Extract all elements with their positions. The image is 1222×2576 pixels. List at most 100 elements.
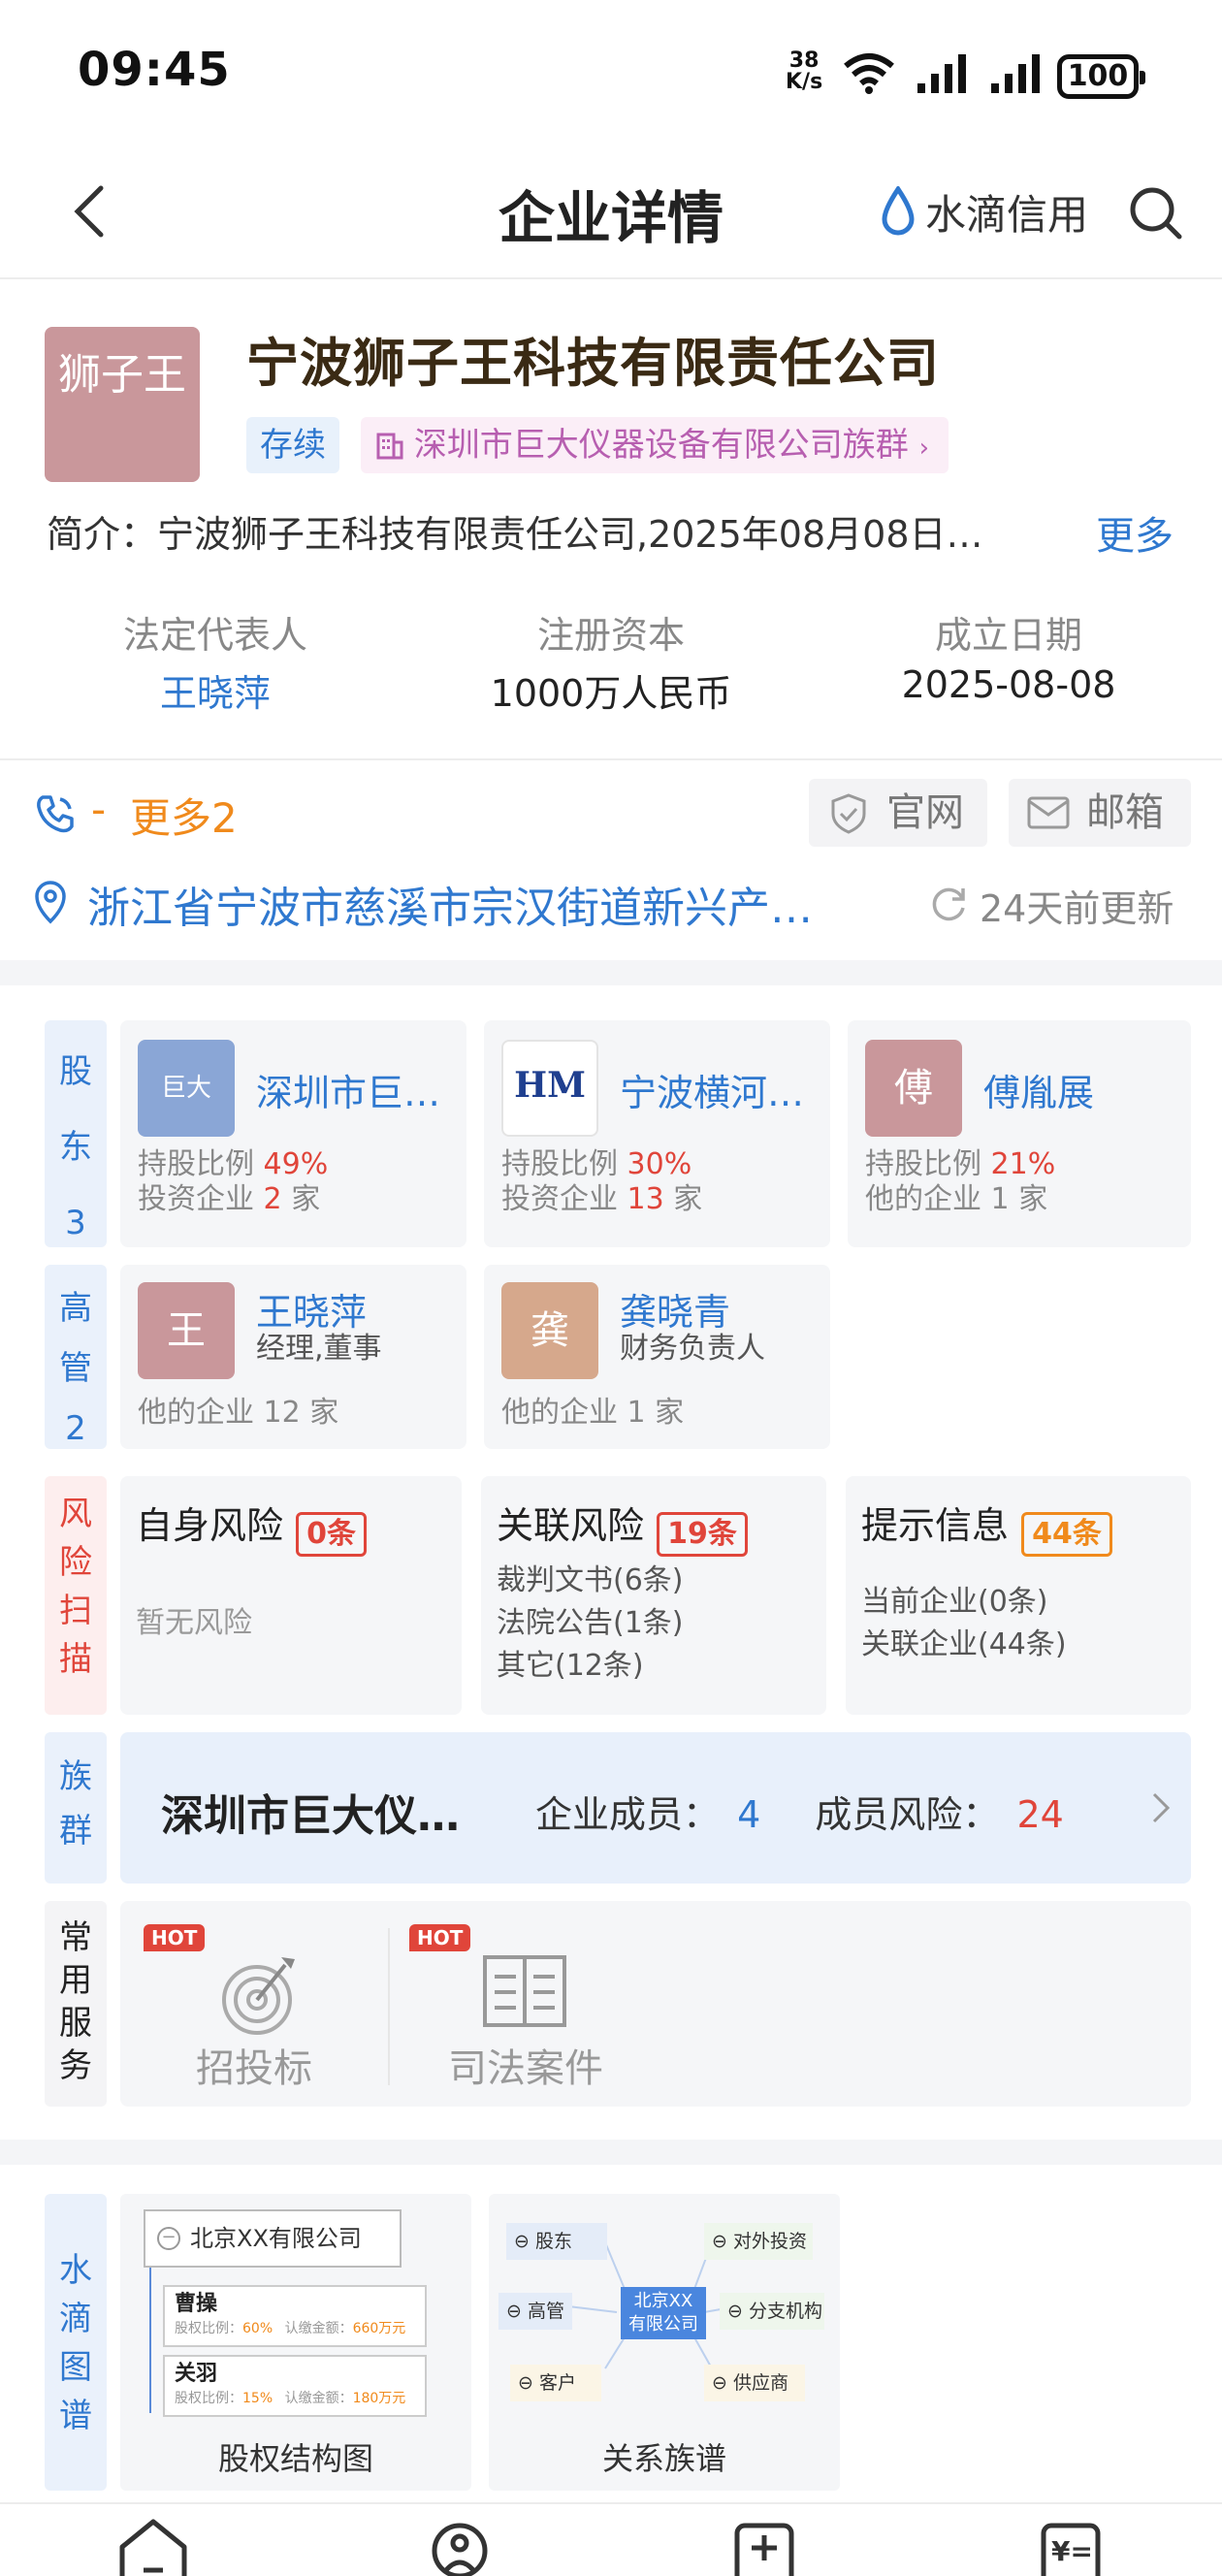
- update-time: 24天前更新: [980, 887, 1174, 930]
- capital-label: 注册资本: [536, 614, 685, 657]
- email-button[interactable]: 邮箱: [1009, 779, 1191, 847]
- search-icon[interactable]: [1127, 184, 1185, 242]
- hot-badge: HOT: [409, 1924, 471, 1951]
- relation-node-label: 客户: [538, 2372, 576, 2394]
- ratio-label: 持股比例: [138, 1147, 254, 1181]
- shareholders-label: 股东3: [59, 1052, 92, 1242]
- discover-tab-icon[interactable]: [431, 2522, 489, 2576]
- shareholder-card[interactable]: 巨大 深圳市巨… 持股比例 49% 投资企业 2 家: [120, 1020, 466, 1247]
- book-icon: [483, 1955, 566, 2027]
- ratio-label: 持股比例: [501, 1147, 618, 1181]
- shareholder-name: 宁波横河…: [620, 1072, 805, 1114]
- equity-amount-label: 认缴金额：: [284, 2391, 353, 2406]
- group-tag[interactable]: 深圳市巨大仪器设备有限公司族群 ›: [361, 417, 949, 473]
- equity-ratio-value: 15%: [242, 2391, 273, 2406]
- equity-root-label: 北京XX有限公司: [190, 2225, 362, 2252]
- equity-root-node: − 北京XX有限公司: [144, 2209, 402, 2268]
- service-item-bidding[interactable]: HOT 招投标: [120, 1901, 388, 2107]
- equity-amount-label: 认缴金额：: [284, 2321, 353, 2336]
- related-risk-title: 关联风险: [497, 1504, 645, 1547]
- group-label: 族群: [59, 1757, 92, 1851]
- related-risk-line: 法院公告(1条): [497, 1606, 684, 1640]
- status-bar: 09:45 38 K/s 100: [0, 0, 1222, 145]
- equity-chart-label: 股权结构图: [217, 2440, 373, 2477]
- shareholder-card[interactable]: 傅 傅胤展 持股比例 21% 他的企业 1 家: [848, 1020, 1191, 1247]
- shareholder-sub: 他的企业 1 家: [865, 1181, 1047, 1218]
- refresh-icon[interactable]: [927, 883, 970, 925]
- ratio-value: 30%: [627, 1147, 692, 1181]
- website-button[interactable]: 官网: [809, 779, 987, 847]
- signal-1-icon: [917, 54, 966, 93]
- equity-node-detail: 股权比例：60% 认缴金额：660万元: [175, 2318, 415, 2339]
- executive-card[interactable]: 王 王晓萍 经理,董事 他的企业 12 家: [120, 1265, 466, 1449]
- equity-node: 关羽 股权比例：15% 认缴金额：180万元: [163, 2355, 427, 2417]
- equity-ratio-label: 股权比例：: [175, 2391, 242, 2406]
- avatar: 傅: [865, 1040, 962, 1137]
- address-link[interactable]: 浙江省宁波市慈溪市宗汉街道新兴产…: [87, 873, 813, 935]
- executive-name: 龚晓青: [620, 1291, 731, 1334]
- sub-count: 13: [627, 1182, 664, 1216]
- relation-node-label: 供应商: [732, 2372, 788, 2394]
- billing-tab-icon[interactable]: ¥=: [1040, 2522, 1102, 2576]
- phone-more-link[interactable]: 更多2: [130, 786, 238, 845]
- relation-center-line: 北京XX: [633, 2291, 693, 2311]
- hint-info-card[interactable]: 提示信息 44条 当前企业(0条) 关联企业(44条): [846, 1476, 1191, 1715]
- equity-amount-value: 180万元: [352, 2391, 406, 2406]
- equity-node-detail: 股权比例：15% 认缴金额：180万元: [175, 2388, 415, 2409]
- relation-chart-card[interactable]: 北京XX 有限公司 ⊖ 股东 ⊖ 对外投资 ⊖ 高管 ⊖ 分支机构 ⊖ 客户 ⊖…: [489, 2194, 840, 2491]
- shareholder-ratio: 持股比例 30%: [501, 1146, 691, 1183]
- equity-node-name: 曹操: [175, 2292, 218, 2316]
- self-risk-card[interactable]: 自身风险 0条 暂无风险: [120, 1476, 462, 1715]
- shield-check-icon: [831, 793, 866, 834]
- executive-role: 财务负责人: [620, 1332, 765, 1366]
- section-band: [0, 2140, 1222, 2165]
- equity-ratio-value: 60%: [242, 2321, 273, 2336]
- equity-ratio-label: 股权比例：: [175, 2321, 242, 2336]
- shareholder-sub: 投资企业 2 家: [138, 1181, 320, 1218]
- avatar-text: HM: [514, 1065, 586, 1106]
- signal-2-icon: [991, 54, 1040, 93]
- home-tab-icon[interactable]: [116, 2518, 190, 2576]
- svg-text:¥=: ¥=: [1051, 2535, 1093, 2567]
- network-speed: 38 K/s: [786, 50, 822, 93]
- brand-label: 水滴信用: [925, 191, 1089, 239]
- founded-value: 2025-08-08: [901, 663, 1116, 706]
- location-pin-icon[interactable]: [31, 879, 70, 925]
- phone-icon[interactable]: [33, 791, 78, 836]
- service-item-judicial[interactable]: HOT 司法案件: [390, 1901, 661, 2107]
- company-logo: 狮子王: [45, 327, 200, 482]
- legal-rep-value[interactable]: 王晓萍: [70, 663, 361, 717]
- equity-node: 曹操 股权比例：60% 认缴金额：660万元: [163, 2285, 427, 2347]
- relation-node: ⊖ 对外投资: [704, 2223, 813, 2260]
- company-name: 宁波狮子王科技有限责任公司: [246, 333, 940, 394]
- equity-chart-card[interactable]: − 北京XX有限公司 曹操 股权比例：60% 认缴金额：660万元 关羽 股权比…: [120, 2194, 471, 2491]
- status-tag: 存续: [246, 417, 339, 473]
- self-risk-title: 自身风险: [136, 1504, 284, 1547]
- shareholder-card[interactable]: HM 宁波横河… 持股比例 30% 投资企业 13 家: [484, 1020, 830, 1247]
- equity-node-name: 关羽: [175, 2362, 218, 2386]
- related-risk-card[interactable]: 关联风险 19条 裁判文书(6条) 法院公告(1条) 其它(12条): [481, 1476, 826, 1715]
- relation-node: ⊖ 股东: [506, 2223, 607, 2260]
- shareholder-name: 深圳市巨…: [256, 1072, 441, 1114]
- group-side-label[interactable]: 族群: [45, 1732, 107, 1884]
- chevron-right-icon: [1152, 1792, 1171, 1823]
- executives-side-label[interactable]: 高管2: [45, 1265, 107, 1449]
- intro-more-link[interactable]: 更多: [1096, 504, 1174, 561]
- graph-side-label[interactable]: 水滴图谱: [45, 2194, 107, 2491]
- sub-suffix: 家: [1018, 1182, 1048, 1216]
- phone-value: -: [91, 786, 107, 833]
- relation-center-node: 北京XX 有限公司: [621, 2287, 706, 2339]
- building-icon: [376, 433, 403, 460]
- company-intro: 简介：宁波狮子王科技有限责任公司,2025年08月08日…: [47, 513, 983, 556]
- executive-card[interactable]: 龚 龚晓青 财务负责人 他的企业 1 家: [484, 1265, 830, 1449]
- hint-info-header: 提示信息 44条: [861, 1496, 1112, 1557]
- shareholder-ratio: 持股比例 49%: [138, 1146, 328, 1183]
- risk-side-label[interactable]: 风险扫描: [45, 1476, 107, 1715]
- ratio-label: 持股比例: [865, 1147, 981, 1181]
- shareholder-sub: 投资企业 13 家: [501, 1181, 702, 1218]
- add-tab-icon[interactable]: [733, 2522, 795, 2576]
- group-card[interactable]: 深圳市巨大仪… 企业成员： 4 成员风险： 24: [120, 1732, 1191, 1884]
- related-risk-line: 其它(12条): [497, 1649, 644, 1683]
- relation-center-line: 有限公司: [628, 2314, 698, 2334]
- shareholders-side-label[interactable]: 股东3: [45, 1020, 107, 1247]
